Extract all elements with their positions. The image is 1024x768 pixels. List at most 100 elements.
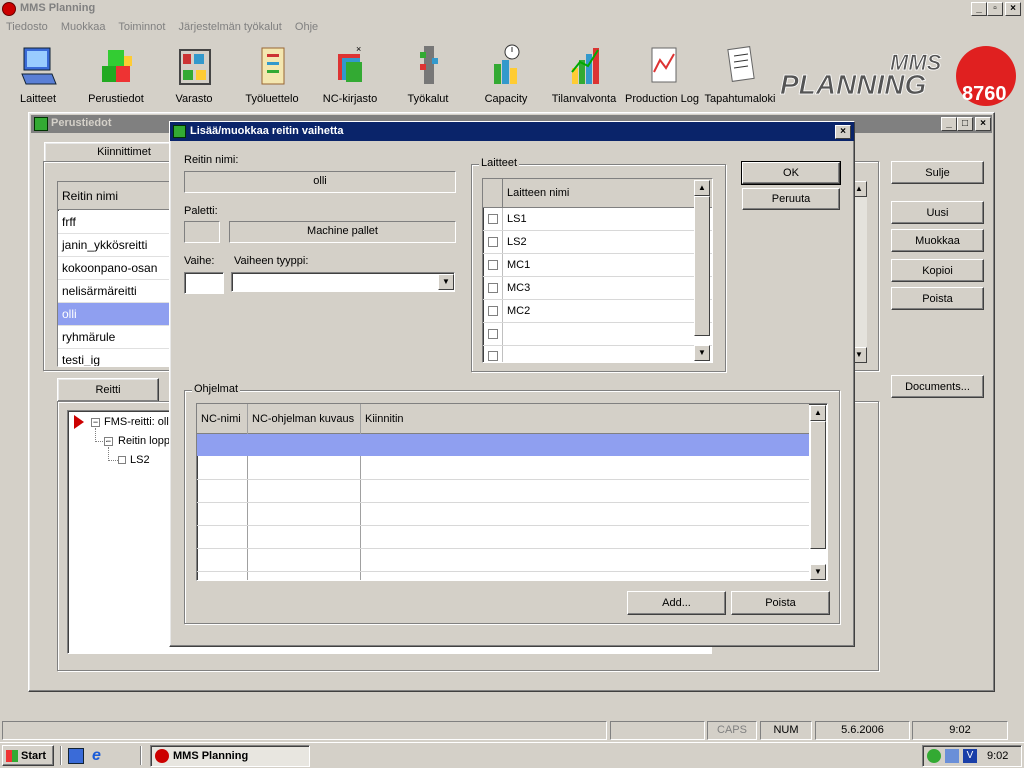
new-button[interactable]: Uusi xyxy=(891,201,984,224)
status-time: 9:02 xyxy=(912,721,1008,740)
phase-input[interactable] xyxy=(184,272,224,294)
menu-item-tiedosto[interactable]: Tiedosto xyxy=(6,21,48,33)
programs-scroll-thumb[interactable] xyxy=(810,421,826,549)
tools-icon xyxy=(410,42,448,88)
tray-shield-icon[interactable]: V xyxy=(963,749,977,763)
status-caps: CAPS xyxy=(707,721,757,740)
list-item[interactable]: testi_ig xyxy=(58,349,170,366)
phase-type-dropdown-button[interactable]: ▼ xyxy=(438,274,454,290)
toolbar-nc-kirjasto[interactable]: × NC-kirjasto xyxy=(310,40,390,110)
menu-item-toiminnot[interactable]: Toiminnot xyxy=(118,21,165,33)
quicklaunch-ie-icon[interactable]: e xyxy=(92,747,110,765)
device-checkbox[interactable] xyxy=(488,260,498,270)
programs-col-nc-name[interactable]: NC-nimi xyxy=(201,413,241,425)
devices-header-label[interactable]: Laitteen nimi xyxy=(507,187,569,199)
tab-reitti[interactable]: Reitti xyxy=(57,378,159,402)
programs-scroll-up[interactable]: ▲ xyxy=(810,405,826,421)
toolbar-production-log[interactable]: Production Log xyxy=(622,40,702,110)
device-name[interactable]: MC2 xyxy=(507,305,530,317)
devices-grid[interactable]: Laitteen nimi LS1 LS2 MC1 MC3 MC2 ▲ ▼ xyxy=(482,178,713,363)
list-item[interactable]: janin_ykkösreitti xyxy=(58,234,170,257)
taskbar-task-mms-planning[interactable]: MMS Planning xyxy=(150,745,310,767)
phase-type-select[interactable] xyxy=(231,272,455,292)
list-item[interactable]: ryhmärule xyxy=(58,326,170,349)
devices-scroll-down[interactable]: ▼ xyxy=(694,345,710,361)
tray-monitor-icon[interactable] xyxy=(945,749,959,763)
cancel-button[interactable]: Peruuta xyxy=(742,188,840,210)
add-program-button[interactable]: Add... xyxy=(627,591,726,615)
taskbar-task-label: MMS Planning xyxy=(173,750,249,762)
device-name[interactable]: MC1 xyxy=(507,259,530,271)
status-num: NUM xyxy=(760,721,812,740)
documents-button[interactable]: Documents... xyxy=(891,375,984,398)
restore-button[interactable]: ▫ xyxy=(987,2,1003,16)
taskbar-divider xyxy=(60,746,62,765)
delete-program-button[interactable]: Poista xyxy=(731,591,830,615)
close-window-button[interactable]: Sulje xyxy=(891,161,984,184)
toolbar-tyoluettelo[interactable]: Työluettelo xyxy=(232,40,312,110)
devices-scroll-up[interactable]: ▲ xyxy=(694,180,710,196)
device-row-divider xyxy=(483,345,712,346)
child-minimize-button[interactable]: _ xyxy=(941,117,957,131)
programs-col-divider xyxy=(360,404,361,580)
minimize-button[interactable]: _ xyxy=(971,2,987,16)
phase-label: Vaihe: xyxy=(184,255,215,267)
system-tray: V 9:02 xyxy=(922,745,1022,767)
toolbar-capacity[interactable]: Capacity xyxy=(466,40,546,110)
start-button[interactable]: Start xyxy=(2,745,54,766)
device-checkbox[interactable] xyxy=(488,306,498,316)
devices-scroll-thumb[interactable] xyxy=(694,196,710,336)
toolbar-perustiedot[interactable]: Perustiedot xyxy=(76,40,156,110)
toolbar-tapahtumaloki[interactable]: Tapahtumaloki xyxy=(700,40,780,110)
route-list-header[interactable]: Reitin nimi xyxy=(58,182,172,210)
device-checkbox[interactable] xyxy=(488,214,498,224)
device-checkbox[interactable] xyxy=(488,283,498,293)
devices-grid-corner xyxy=(483,179,503,208)
list-item[interactable]: frff xyxy=(58,211,170,234)
toolbar-varasto[interactable]: Varasto xyxy=(154,40,234,110)
toolbar-tyokalut[interactable]: Työkalut xyxy=(388,40,468,110)
list-item-selected[interactable]: olli xyxy=(58,303,170,326)
toolbar-laitteet[interactable]: Laitteet xyxy=(0,40,78,110)
tree-node-leaf[interactable]: LS2 xyxy=(130,454,150,466)
device-name[interactable]: LS1 xyxy=(507,213,527,225)
copy-button[interactable]: Kopioi xyxy=(891,259,984,282)
dialog-close-button[interactable]: × xyxy=(835,125,851,139)
list-item[interactable]: nelisärmäreitti xyxy=(58,280,170,303)
child-close-button[interactable]: × xyxy=(975,117,991,131)
programs-row-selected[interactable] xyxy=(197,434,809,456)
device-checkbox[interactable] xyxy=(488,237,498,247)
close-button[interactable]: × xyxy=(1005,2,1021,16)
programs-col-fixture[interactable]: Kiinnitin xyxy=(365,413,404,425)
device-name[interactable]: MC3 xyxy=(507,282,530,294)
ok-button[interactable]: OK xyxy=(741,161,841,185)
status-date: 5.6.2006 xyxy=(815,721,910,740)
quicklaunch-desktop-icon[interactable] xyxy=(68,748,84,764)
menu-item-jarjestelman-tyokalut[interactable]: Järjestelmän työkalut xyxy=(179,21,282,33)
toolbar: Laitteet Perustiedot Varasto Työluettelo… xyxy=(0,38,1024,112)
device-row-divider xyxy=(483,230,712,231)
child-maximize-button[interactable]: □ xyxy=(957,117,973,131)
tree-expander-root[interactable]: − xyxy=(91,418,100,427)
route-list[interactable]: Reitin nimi frff janin_ykkösreitti kokoo… xyxy=(57,181,173,367)
tray-network-icon[interactable] xyxy=(927,749,941,763)
tray-clock[interactable]: 9:02 xyxy=(987,750,1008,762)
delete-button[interactable]: Poista xyxy=(891,287,984,310)
edit-button[interactable]: Muokkaa xyxy=(891,229,984,252)
tree-expander-child[interactable]: − xyxy=(104,437,113,446)
device-name[interactable]: LS2 xyxy=(507,236,527,248)
programs-col-nc-description[interactable]: NC-ohjelman kuvaus xyxy=(252,413,354,425)
device-checkbox[interactable] xyxy=(488,329,498,339)
menu-item-ohje[interactable]: Ohje xyxy=(295,21,318,33)
list-item[interactable]: kokoonpano-osan xyxy=(58,257,170,280)
programs-grid[interactable]: NC-nimi NC-ohjelman kuvaus Kiinnitin ▲ ▼ xyxy=(196,403,828,581)
tree-node-root[interactable]: FMS-reitti: olli xyxy=(104,416,171,428)
toolbar-tilanvalvonta[interactable]: Tilanvalvonta xyxy=(544,40,624,110)
clipboard-icon xyxy=(254,42,292,88)
programs-scroll-down[interactable]: ▼ xyxy=(810,564,826,580)
tree-node-child[interactable]: Reitin lopp xyxy=(118,435,170,447)
taskbar: Start e MMS Planning V 9:02 xyxy=(0,742,1024,768)
menu-item-muokkaa[interactable]: Muokkaa xyxy=(61,21,106,33)
device-checkbox[interactable] xyxy=(488,351,498,361)
toolbar-label: Työkalut xyxy=(407,93,449,105)
